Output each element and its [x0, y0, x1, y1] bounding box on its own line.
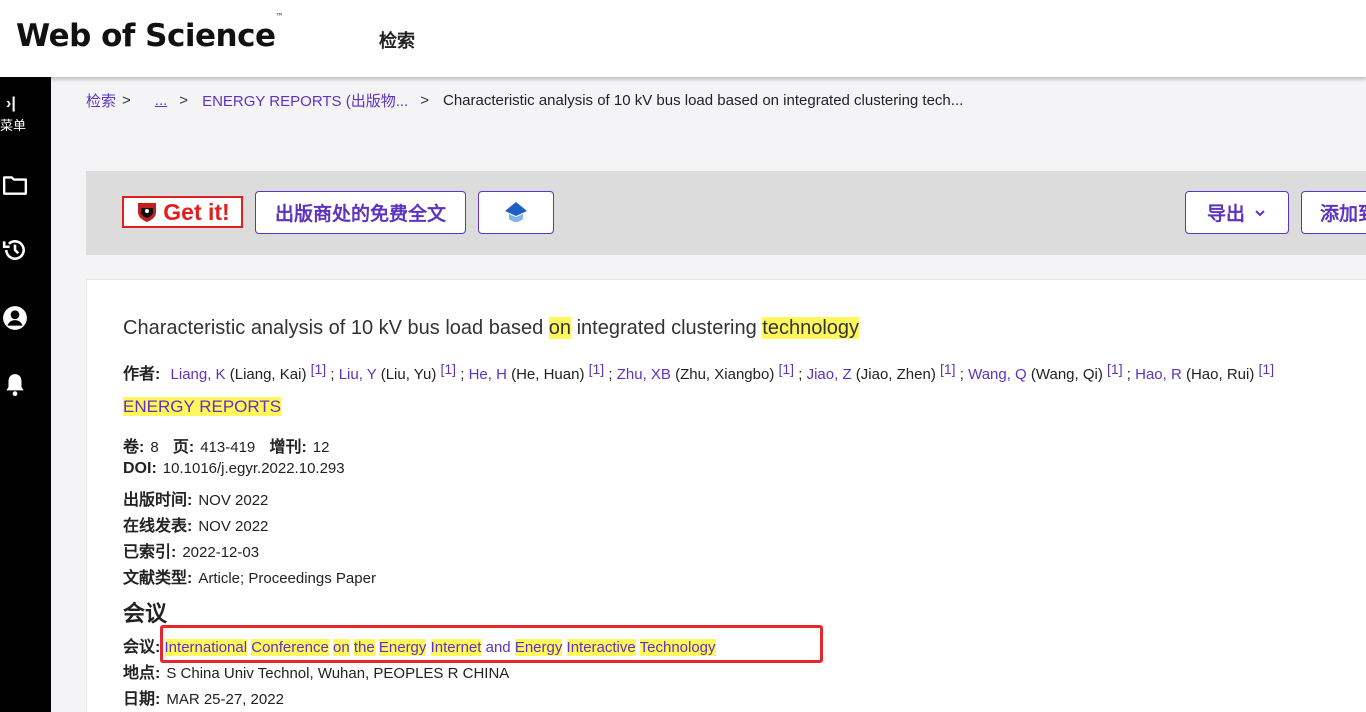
affiliation-ref[interactable]: [1] [1107, 361, 1123, 377]
chevron-down-icon [1255, 209, 1265, 216]
annotation-highlight-box [160, 625, 823, 663]
conference-section-heading: 会议 [123, 601, 168, 626]
author-link[interactable]: Hao, R [1135, 366, 1182, 383]
export-label: 导出 [1206, 204, 1245, 225]
indexed-row: 已索引: 2022-12-03 [123, 544, 260, 561]
trademark-mark: ™ [275, 11, 284, 21]
breadcrumb-journal[interactable]: ENERGY REPORTS (出版物... [202, 90, 408, 111]
volume-row: 卷: 8 页: 413-419 增刊: 12 [123, 439, 330, 456]
breadcrumb-search[interactable]: 检索 [86, 90, 116, 111]
add-to-button[interactable]: 添加到 [1301, 191, 1366, 234]
expand-icon: ›| [6, 95, 16, 112]
web-of-science-logo[interactable]: Web of Science™ [16, 12, 283, 54]
top-header: Web of Science™ 检索 [0, 0, 1366, 77]
affiliation-ref[interactable]: [1] [311, 361, 327, 377]
breadcrumb-current: Characteristic analysis of 10 kV bus loa… [442, 92, 964, 109]
journal-link[interactable]: ENERGY REPORTS [123, 397, 282, 417]
date-row: 日期: MAR 25-27, 2022 [123, 691, 284, 708]
doi-row: DOI: 10.1016/j.egyr.2022.10.293 [123, 460, 345, 477]
action-bar: Get it! 出版商处的免费全文 导出 添加到 [86, 171, 1366, 255]
doctype-row: 文献类型: Article; Proceedings Paper [123, 570, 376, 587]
menu-label: 菜单 [0, 118, 27, 133]
record-card: Characteristic analysis of 10 kV bus loa… [86, 279, 1366, 712]
menu-expand-button[interactable]: ›| 菜单 [0, 95, 51, 134]
author-link[interactable]: Zhu, XB [617, 366, 671, 383]
bell-icon[interactable] [2, 372, 28, 398]
author-link[interactable]: He, H [469, 366, 507, 383]
get-it-label: Get it! [163, 198, 230, 225]
breadcrumb-separator: > [420, 92, 429, 109]
gem-button[interactable] [478, 191, 554, 234]
authors-label: 作者: [123, 366, 161, 383]
breadcrumb: 检索 > ... > ENERGY REPORTS (出版物... > Char… [86, 90, 963, 111]
user-account-icon[interactable] [2, 305, 28, 331]
left-sidebar: ›| 菜单 [0, 77, 51, 712]
breadcrumb-ellipsis[interactable]: ... [155, 92, 168, 109]
breadcrumb-separator: > [179, 92, 189, 109]
affiliation-ref[interactable]: [1] [440, 361, 456, 377]
nav-search-link[interactable]: 检索 [379, 27, 415, 53]
history-icon[interactable] [2, 237, 28, 263]
author-link[interactable]: Wang, Q [968, 366, 1027, 383]
pubdate-row: 出版时间: NOV 2022 [123, 492, 269, 509]
affiliation-ref[interactable]: [1] [589, 361, 605, 377]
folder-icon[interactable] [2, 172, 28, 198]
breadcrumb-separator: > [122, 92, 131, 109]
doi-value[interactable]: 10.1016/j.egyr.2022.10.293 [163, 460, 345, 477]
affiliation-ref[interactable]: [1] [779, 361, 795, 377]
university-crest-icon [138, 203, 157, 222]
get-it-button[interactable]: Get it! [122, 196, 243, 228]
author-link[interactable]: Jiao, Z [807, 366, 852, 383]
export-button[interactable]: 导出 [1185, 191, 1289, 234]
author-link[interactable]: Liu, Y [339, 366, 377, 383]
free-fulltext-button[interactable]: 出版商处的免费全文 [255, 191, 466, 234]
authors-row: 作者: Liang, K (Liang, Kai) [1] ; Liu, Y (… [123, 361, 1275, 383]
gem-icon [505, 201, 527, 222]
affiliation-ref[interactable]: [1] [1259, 361, 1275, 377]
online-row: 在线发表: NOV 2022 [123, 518, 269, 535]
author-link[interactable]: Liang, K [171, 366, 226, 383]
affiliation-ref[interactable]: [1] [940, 361, 956, 377]
page-title: Characteristic analysis of 10 kV bus loa… [123, 317, 860, 339]
